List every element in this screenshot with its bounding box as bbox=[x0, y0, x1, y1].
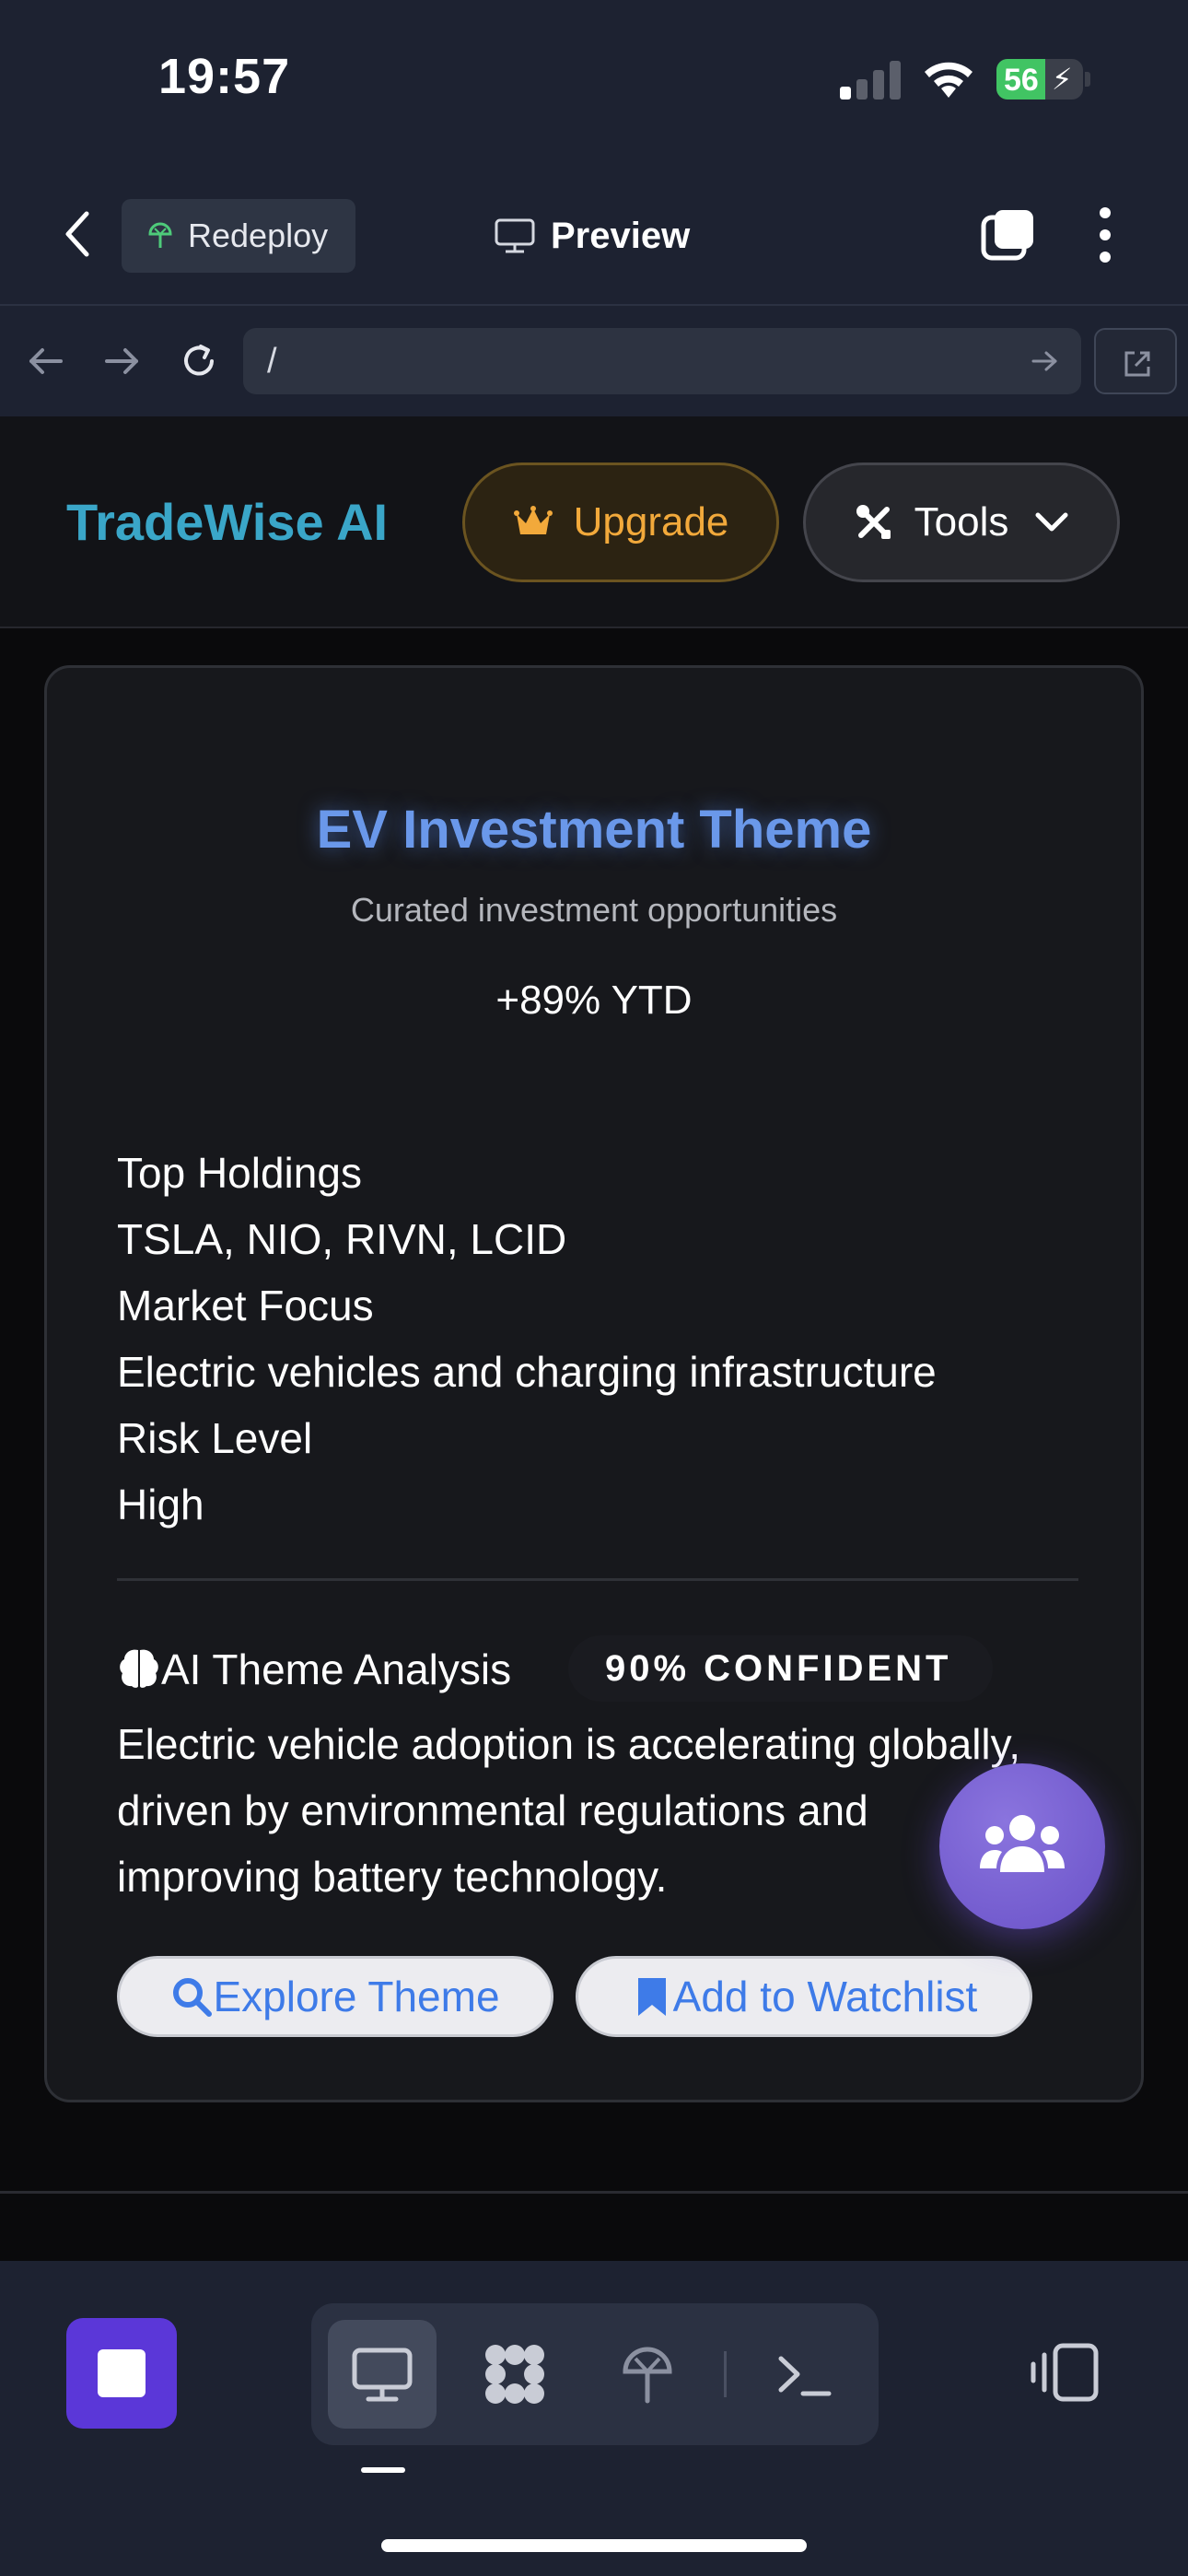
stop-icon bbox=[98, 2349, 146, 2397]
wifi-icon bbox=[925, 62, 973, 98]
back-chevron-icon[interactable] bbox=[59, 208, 96, 260]
community-fab-button[interactable] bbox=[939, 1763, 1105, 1929]
app-header: TradeWise AI Upgrade Tools bbox=[0, 416, 1188, 628]
risk-value: High bbox=[117, 1481, 204, 1528]
go-arrow-icon[interactable] bbox=[1030, 346, 1059, 376]
status-time: 19:57 bbox=[158, 49, 291, 104]
workspace-view-button[interactable] bbox=[460, 2320, 569, 2429]
add-to-watchlist-label: Add to Watchlist bbox=[672, 1973, 978, 2020]
preview-label: Preview bbox=[551, 215, 691, 256]
ai-analysis-label: AI Theme Analysis bbox=[161, 1645, 512, 1693]
upgrade-button[interactable]: Upgrade bbox=[462, 463, 779, 582]
ai-analysis-header: AI Theme Analysis 90% CONFIDENT bbox=[117, 1635, 1078, 1702]
ai-analysis-text: Electric vehicle adoption is acceleratin… bbox=[117, 1720, 1021, 1901]
tools-dropdown-button[interactable]: Tools bbox=[803, 463, 1120, 582]
card-subtitle: Curated investment opportunities bbox=[350, 891, 838, 929]
reload-icon[interactable] bbox=[179, 341, 219, 381]
deploy-view-button[interactable] bbox=[593, 2320, 702, 2429]
upgrade-label: Upgrade bbox=[573, 499, 729, 544]
external-link-icon bbox=[1124, 351, 1150, 377]
holdings-label: Top Holdings bbox=[117, 1149, 362, 1197]
view-switcher bbox=[311, 2303, 879, 2445]
ytd-performance: +89% YTD bbox=[495, 978, 693, 1023]
card-title: EV Investment Theme bbox=[316, 800, 872, 860]
console-view-button[interactable] bbox=[750, 2320, 858, 2429]
add-to-watchlist-button[interactable]: Add to Watchlist bbox=[576, 1956, 1032, 2037]
cellular-signal-icon bbox=[840, 59, 904, 100]
deploy-tree-icon bbox=[148, 222, 172, 248]
theme-details: Top Holdings TSLA, NIO, RIVN, LCID Marke… bbox=[117, 1140, 937, 1538]
redeploy-label: Redeploy bbox=[188, 217, 329, 254]
crown-icon bbox=[513, 506, 553, 534]
focus-value: Electric vehicles and charging infrastru… bbox=[117, 1348, 937, 1396]
status-bar: 19:57 56 ⚡ bbox=[0, 0, 1188, 166]
card-actions: Explore Theme Add to Watchlist bbox=[117, 1956, 1078, 2039]
open-external-button[interactable] bbox=[1094, 328, 1177, 394]
search-icon bbox=[173, 1978, 213, 2017]
nav-forward-arrow-icon[interactable] bbox=[101, 341, 142, 381]
deploy-tree-icon bbox=[623, 2347, 672, 2404]
redeploy-button[interactable]: Redeploy bbox=[122, 199, 355, 273]
tools-label: Tools bbox=[914, 499, 1009, 544]
browser-chrome: 19:57 56 ⚡ Redeploy Preview / bbox=[0, 0, 1188, 416]
focus-label: Market Focus bbox=[117, 1282, 374, 1329]
monitor-icon bbox=[352, 2348, 413, 2402]
active-tab-indicator bbox=[361, 2467, 405, 2473]
toolbar-separator bbox=[724, 2351, 727, 2397]
section-divider bbox=[0, 2191, 1188, 2194]
more-menu-icon[interactable] bbox=[1089, 205, 1122, 265]
browser-nav-row: Redeploy Preview bbox=[0, 184, 1188, 286]
stop-button[interactable] bbox=[66, 2318, 177, 2429]
nav-back-arrow-icon[interactable] bbox=[26, 341, 66, 381]
explore-theme-button[interactable]: Explore Theme bbox=[117, 1956, 553, 2037]
grid-blob-icon bbox=[485, 2345, 544, 2404]
url-row bbox=[0, 304, 1188, 416]
monitor-icon bbox=[495, 218, 535, 253]
bookmark-icon bbox=[637, 1978, 666, 2016]
terminal-icon bbox=[778, 2356, 832, 2396]
divider bbox=[117, 1578, 1078, 1581]
tools-icon bbox=[856, 505, 891, 539]
battery-percent: 56 bbox=[1004, 63, 1039, 98]
preview-view-button[interactable] bbox=[328, 2320, 437, 2429]
preview-title[interactable]: Preview bbox=[494, 208, 690, 263]
holdings-value: TSLA, NIO, RIVN, LCID bbox=[117, 1215, 567, 1263]
brain-icon bbox=[120, 1649, 158, 1688]
url-field[interactable] bbox=[243, 328, 1081, 394]
explore-theme-label: Explore Theme bbox=[213, 1973, 500, 2020]
tabs-icon[interactable] bbox=[980, 206, 1037, 263]
battery-icon: 56 ⚡ bbox=[996, 59, 1083, 100]
bottom-toolbar bbox=[0, 2261, 1188, 2576]
users-icon bbox=[980, 1815, 1065, 1872]
brand-logo[interactable]: TradeWise AI bbox=[66, 492, 388, 552]
chevron-down-icon bbox=[1035, 512, 1068, 532]
url-input[interactable] bbox=[267, 328, 1004, 394]
home-indicator[interactable] bbox=[381, 2539, 807, 2552]
panel-toggle-icon[interactable] bbox=[1030, 2340, 1100, 2405]
confidence-badge: 90% CONFIDENT bbox=[568, 1635, 993, 1702]
risk-label: Risk Level bbox=[117, 1414, 313, 1462]
